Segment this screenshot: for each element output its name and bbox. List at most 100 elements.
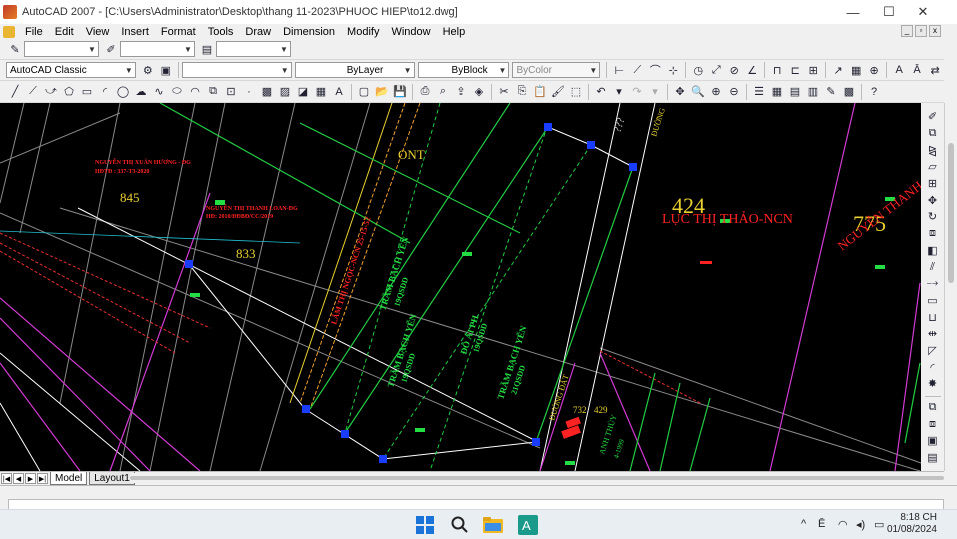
document-icon[interactable] xyxy=(3,25,15,38)
pan-icon[interactable]: ✥ xyxy=(672,84,688,100)
region-icon[interactable]: ◪ xyxy=(295,84,311,100)
help-icon[interactable]: ? xyxy=(866,84,882,100)
join-icon[interactable]: ⇹ xyxy=(925,326,941,342)
scale-icon[interactable]: ⧈ xyxy=(925,226,941,242)
extend-icon[interactable]: ⤍ xyxy=(925,276,941,292)
plot-preview-icon[interactable]: ⌕ xyxy=(435,84,451,100)
hatch-icon[interactable]: ▩ xyxy=(259,84,275,100)
menu-insert[interactable]: Insert xyxy=(115,26,155,38)
menu-tools[interactable]: Tools xyxy=(202,26,240,38)
horizontal-scroll-thumb[interactable] xyxy=(130,476,944,480)
menu-window[interactable]: Window xyxy=(385,26,436,38)
doc-close-button[interactable]: x xyxy=(929,25,941,37)
ellipse-arc-icon[interactable]: ◠ xyxy=(187,84,203,100)
polygon-icon[interactable]: ⬠ xyxy=(61,84,77,100)
workspace-save-icon[interactable]: ▣ xyxy=(158,62,174,78)
dim-update-icon[interactable]: ⇄ xyxy=(927,62,943,78)
fillet-icon[interactable]: ◜ xyxy=(925,359,941,375)
vertical-scroll-thumb[interactable] xyxy=(948,143,954,283)
arc-icon[interactable]: ◜ xyxy=(97,84,113,100)
offset-icon[interactable]: ⏥ xyxy=(925,159,941,175)
undo-icon[interactable]: ↶ xyxy=(593,84,609,100)
cut-icon[interactable]: ✂ xyxy=(496,84,512,100)
wifi-icon[interactable]: ◠ xyxy=(838,518,848,531)
volume-icon[interactable]: ◂) xyxy=(856,518,865,531)
zoom-realtime-icon[interactable]: 🔍 xyxy=(690,84,706,100)
3d-dwf-icon[interactable]: ◈ xyxy=(471,84,487,100)
circle-icon[interactable]: ◯ xyxy=(115,84,131,100)
trim-icon[interactable]: ⫽ xyxy=(925,259,941,275)
menu-dimension[interactable]: Dimension xyxy=(277,26,341,38)
tablestyle-combo[interactable]: ▼ xyxy=(216,41,291,57)
menu-edit[interactable]: Edit xyxy=(49,26,80,38)
first-tab-button[interactable]: |◀ xyxy=(1,473,12,484)
chamfer-icon[interactable]: ◸ xyxy=(925,343,941,359)
draworder-under-icon[interactable]: ▤ xyxy=(925,450,941,466)
table-style-icon[interactable]: ▤ xyxy=(199,41,215,57)
language-icon[interactable]: Ē xyxy=(818,518,825,530)
mtext-icon[interactable]: A xyxy=(331,84,347,100)
system-clock[interactable]: 8:18 CH 01/08/2024 xyxy=(887,512,937,536)
menu-file[interactable]: File xyxy=(19,26,49,38)
make-block-icon[interactable]: ⊡ xyxy=(223,84,239,100)
mirror-icon[interactable]: ⧎ xyxy=(925,142,941,158)
linear-dim-icon[interactable]: ⊢ xyxy=(611,62,627,78)
line-icon[interactable]: ╱ xyxy=(7,84,23,100)
design-center-icon[interactable]: ▦ xyxy=(769,84,785,100)
save-icon[interactable]: 💾 xyxy=(392,84,408,100)
polyline-icon[interactable]: ⤻ xyxy=(43,84,59,100)
table-icon[interactable]: ▦ xyxy=(313,84,329,100)
break-icon[interactable]: ⊔ xyxy=(925,309,941,325)
continue-dim-icon[interactable]: ⊞ xyxy=(805,62,821,78)
aligned-dim-icon[interactable]: ⟋ xyxy=(629,62,645,78)
plot-icon[interactable]: ⎙ xyxy=(417,84,433,100)
last-tab-button[interactable]: ▶| xyxy=(37,473,48,484)
zoom-previous-icon[interactable]: ⊖ xyxy=(726,84,742,100)
rectangle-icon[interactable]: ▭ xyxy=(79,84,95,100)
baseline-dim-icon[interactable]: ⊏ xyxy=(787,62,803,78)
dimstyle-combo[interactable]: ▼ xyxy=(24,41,99,57)
next-tab-button[interactable]: ▶ xyxy=(25,473,36,484)
minimize-button[interactable]: — xyxy=(836,0,870,24)
markup-icon[interactable]: ✎ xyxy=(823,84,839,100)
tab-layout1[interactable]: Layout1 xyxy=(89,472,135,485)
rotate-icon[interactable]: ↻ xyxy=(925,209,941,225)
layer-combo[interactable]: ▼ xyxy=(181,62,292,78)
horizontal-scrollbar[interactable] xyxy=(130,473,944,483)
radius-dim-icon[interactable]: ◷ xyxy=(690,62,706,78)
pen-icon[interactable]: ✎ xyxy=(7,41,23,57)
draworder-back-icon[interactable]: ⧈ xyxy=(925,416,941,432)
menu-view[interactable]: View xyxy=(80,26,116,38)
new-icon[interactable]: ▢ xyxy=(356,84,372,100)
battery-icon[interactable]: ▭ xyxy=(874,518,884,531)
insert-block-icon[interactable]: ⧉ xyxy=(205,84,221,100)
block-editor-icon[interactable]: ⬚ xyxy=(568,84,584,100)
maximize-button[interactable]: ☐ xyxy=(872,0,906,24)
construction-line-icon[interactable]: ⟋ xyxy=(25,84,41,100)
drawing-canvas[interactable]: ONT 424 LỤC THỊ THẢO-NCN 775 NGUYỄN THAN… xyxy=(0,103,921,471)
center-mark-icon[interactable]: ⊕ xyxy=(866,62,882,78)
windows-start-icon[interactable] xyxy=(414,514,436,536)
break-point-icon[interactable]: ▭ xyxy=(925,293,941,309)
prev-tab-button[interactable]: ◀ xyxy=(13,473,24,484)
menu-modify[interactable]: Modify xyxy=(341,26,385,38)
undo-dropdown-icon[interactable]: ▾ xyxy=(611,84,627,100)
tray-chevron-icon[interactable]: ^ xyxy=(801,518,806,530)
move-icon[interactable]: ✥ xyxy=(925,192,941,208)
tab-model[interactable]: Model xyxy=(50,472,88,485)
search-icon[interactable] xyxy=(449,514,471,536)
paste-icon[interactable]: 📋 xyxy=(532,84,548,100)
revision-cloud-icon[interactable]: ☁ xyxy=(133,84,149,100)
menu-draw[interactable]: Draw xyxy=(239,26,277,38)
workspace-settings-icon[interactable]: ⚙ xyxy=(140,62,156,78)
menu-help[interactable]: Help xyxy=(437,26,472,38)
tool-palettes-icon[interactable]: ▤ xyxy=(787,84,803,100)
gradient-icon[interactable]: ▨ xyxy=(277,84,293,100)
explode-icon[interactable]: ✸ xyxy=(925,376,941,392)
close-button[interactable]: ✕ xyxy=(906,0,940,24)
copy-object-icon[interactable]: ⧉ xyxy=(925,126,941,142)
doc-restore-button[interactable]: ▫ xyxy=(915,25,927,37)
copy-icon[interactable]: ⎘ xyxy=(514,84,530,100)
menu-format[interactable]: Format xyxy=(155,26,202,38)
jogged-dim-icon[interactable]: ⤢ xyxy=(708,62,724,78)
